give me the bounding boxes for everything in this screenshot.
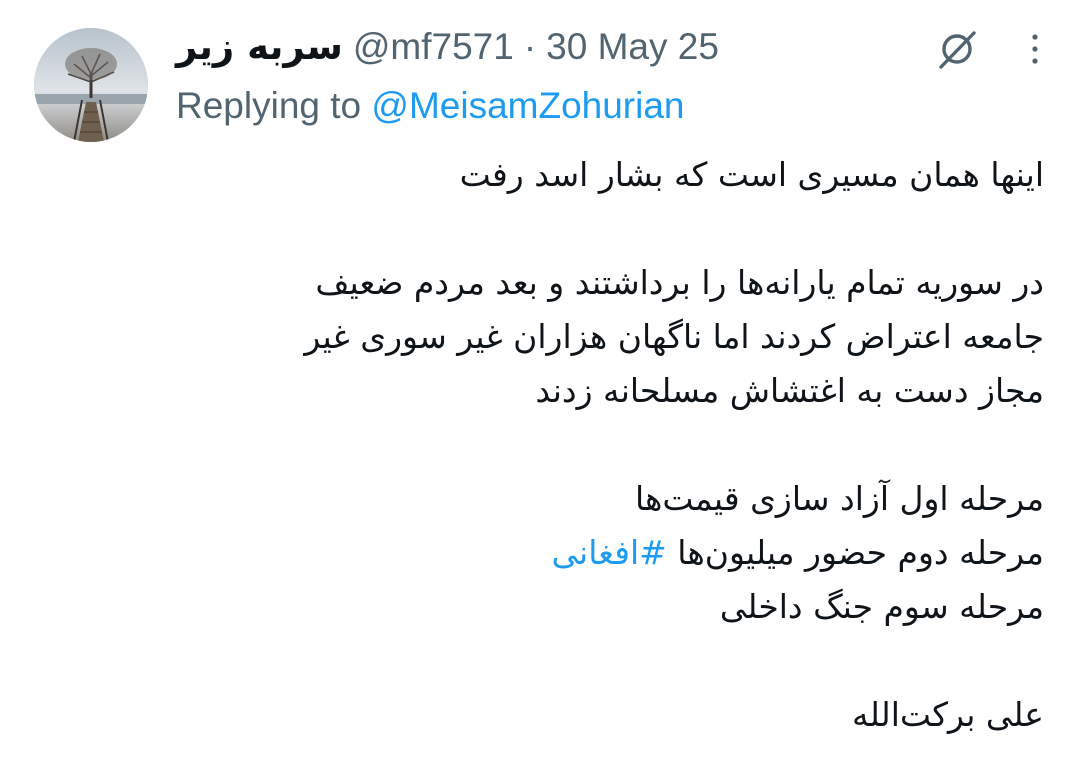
tweet-line: علی برکت‌الله: [852, 695, 1044, 734]
header-actions: [932, 24, 1050, 74]
tweet-line: مرحله دوم حضور میلیون‌ها #افغانی: [184, 526, 1044, 580]
tweet-date[interactable]: 30 May 25: [546, 22, 719, 72]
tweet-line-text: مرحله دوم حضور میلیون‌ها: [677, 533, 1044, 572]
tweet-line: در سوریه تمام یارانه‌ها را برداشتند و بع…: [315, 263, 1044, 302]
avatar-image: [34, 28, 148, 142]
tweet-line: مرحله سوم جنگ داخلی: [719, 587, 1044, 626]
tweet-line: اینها همان مسیری است که بشار اسد رفت: [459, 155, 1044, 194]
tweet-text: اینها همان مسیری است که بشار اسد رفت در …: [184, 148, 1044, 742]
replying-prefix: Replying to: [176, 85, 362, 126]
tweet[interactable]: سربه زیر @mf7571 · 30 May 25 Replying to…: [0, 0, 1080, 772]
more-vertical-icon: [1032, 34, 1038, 64]
grok-icon: [939, 31, 976, 69]
user-handle[interactable]: @mf7571: [353, 22, 514, 72]
avatar[interactable]: [34, 28, 148, 142]
tweet-header: سربه زیر @mf7571 · 30 May 25: [176, 22, 719, 72]
hashtag-link[interactable]: #افغانی: [552, 533, 667, 572]
tweet-line: جامعه اعتراض کردند اما ناگهان هزاران غیر…: [304, 317, 1044, 356]
display-name[interactable]: سربه زیر: [176, 22, 343, 72]
tweet-line: مرحله اول آزاد سازی قیمت‌ها: [634, 479, 1044, 518]
tweet-line: مجاز دست به اغتشاش مسلحانه زدند: [535, 371, 1044, 410]
separator-dot: ·: [523, 26, 537, 67]
more-options-button[interactable]: [1020, 24, 1050, 74]
grok-button[interactable]: [932, 24, 982, 74]
reply-mention-link[interactable]: @MeisamZohurian: [371, 85, 684, 126]
replying-to: Replying to @MeisamZohurian: [176, 80, 685, 132]
